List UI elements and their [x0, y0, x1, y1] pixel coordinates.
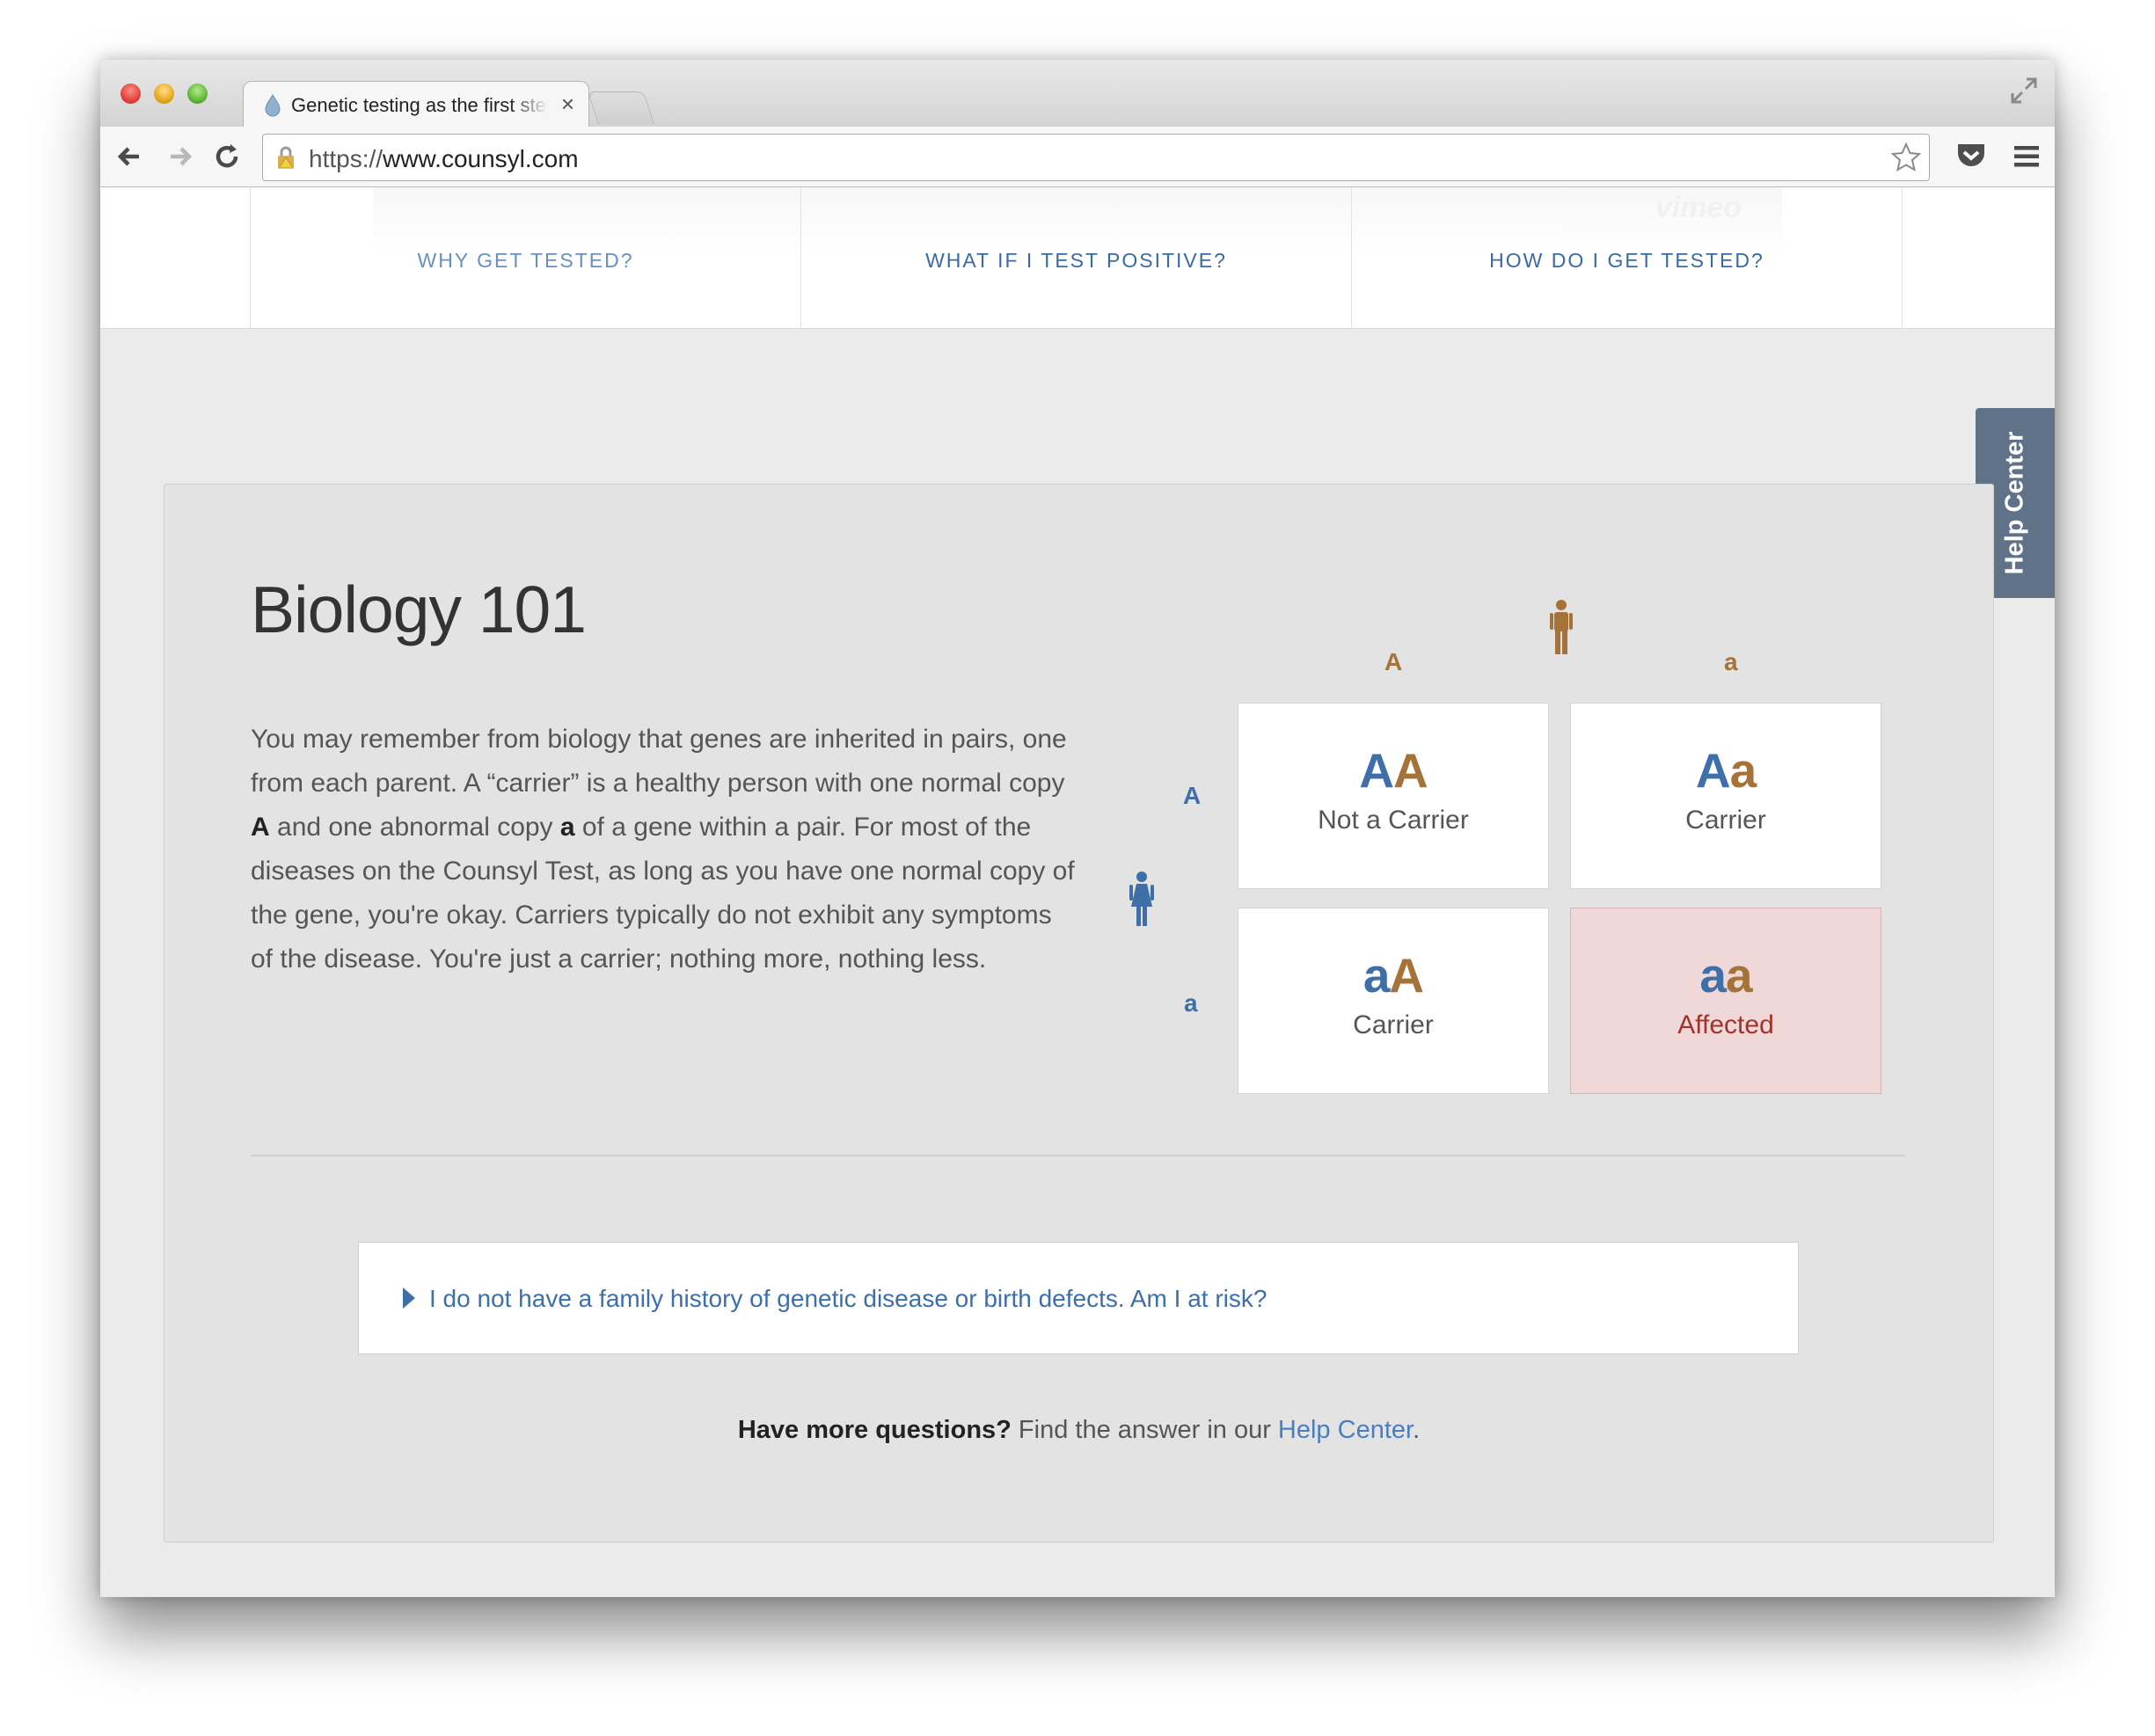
close-tab-icon[interactable]: × [561, 91, 574, 118]
pocket-icon[interactable] [1954, 139, 1988, 172]
genotype: aa [1699, 948, 1752, 1003]
section-title: Biology 101 [251, 573, 587, 646]
browser-toolbar: https://www.counsyl.com [100, 127, 2055, 187]
menu-icon[interactable] [2011, 141, 2042, 172]
section-divider [251, 1155, 1905, 1156]
faq-question[interactable]: I do not have a family history of geneti… [429, 1285, 1267, 1313]
mother-allele-recessive: a [1184, 989, 1198, 1017]
punnett-cell-aA: aA Carrier [1238, 908, 1549, 1094]
minimize-window-button[interactable] [154, 84, 174, 104]
more-questions: Have more questions? Find the answer in … [737, 1416, 1421, 1444]
help-center-link[interactable]: Help Center [1278, 1416, 1413, 1444]
droplet-icon [265, 94, 281, 117]
nav-link-label[interactable]: WHAT IF I TEST POSITIVE? [801, 249, 1351, 273]
new-tab-button[interactable] [587, 91, 655, 124]
section-paragraph: You may remember from biology that genes… [251, 725, 1075, 974]
punnett-cell-Aa: Aa Carrier [1570, 703, 1881, 889]
back-arrow-icon[interactable] [113, 139, 148, 174]
page-content: vimeo WHY GET TESTED? WHAT IF I TEST POS… [100, 187, 2055, 1597]
section-navigation: vimeo WHY GET TESTED? WHAT IF I TEST POS… [100, 187, 2055, 329]
title-bar: Genetic testing as the first step × [100, 60, 2055, 128]
nav-item-how-get-tested[interactable]: HOW DO I GET TESTED? [1351, 187, 1903, 328]
mother-allele-dominant: A [1183, 782, 1202, 809]
zoom-window-button[interactable] [187, 84, 208, 104]
genotype-status: Carrier [1353, 1010, 1434, 1039]
forward-arrow-icon[interactable] [162, 139, 197, 174]
father-icon [1550, 600, 1573, 654]
genotype: AA [1359, 743, 1428, 798]
reload-icon[interactable] [209, 139, 245, 174]
genotype: Aa [1695, 743, 1757, 798]
tab-title: Genetic testing as the first step [291, 94, 548, 116]
warning-lock-icon[interactable] [274, 145, 298, 170]
help-center-label: Help Center [2000, 431, 2029, 575]
genotype-status: Carrier [1685, 806, 1766, 835]
nav-item-what-if-positive[interactable]: WHAT IF I TEST POSITIVE? [800, 187, 1351, 328]
nav-link-label[interactable]: HOW DO I GET TESTED? [1352, 249, 1902, 273]
biology-panel: Biology 101 You may remember from biolog… [164, 484, 1994, 1543]
genotype-status: Affected [1677, 1010, 1774, 1039]
mother-icon [1129, 872, 1154, 926]
genotype: aA [1362, 948, 1424, 1003]
punnett-cell-AA: AA Not a Carrier [1238, 703, 1549, 889]
punnett-cell-aa: aa Affected [1570, 908, 1881, 1094]
nav-item-why-get-tested[interactable]: WHY GET TESTED? [250, 187, 800, 328]
bookmark-star-icon[interactable] [1890, 142, 1922, 173]
browser-window: Genetic testing as the first step × http… [100, 60, 2055, 1597]
nav-link-label[interactable]: WHY GET TESTED? [251, 249, 800, 273]
faq-accordion-item[interactable]: I do not have a family history of geneti… [358, 1242, 1799, 1354]
close-window-button[interactable] [121, 84, 141, 104]
browser-tab[interactable]: Genetic testing as the first step × [243, 81, 589, 128]
caret-right-icon[interactable] [403, 1287, 415, 1309]
father-allele-recessive: a [1724, 648, 1738, 675]
fullscreen-icon[interactable] [2009, 76, 2039, 106]
father-allele-dominant: A [1384, 648, 1403, 675]
address-bar[interactable]: https://www.counsyl.com [262, 134, 1930, 181]
url-text: https://www.counsyl.com [309, 145, 579, 172]
genotype-status: Not a Carrier [1318, 806, 1469, 835]
